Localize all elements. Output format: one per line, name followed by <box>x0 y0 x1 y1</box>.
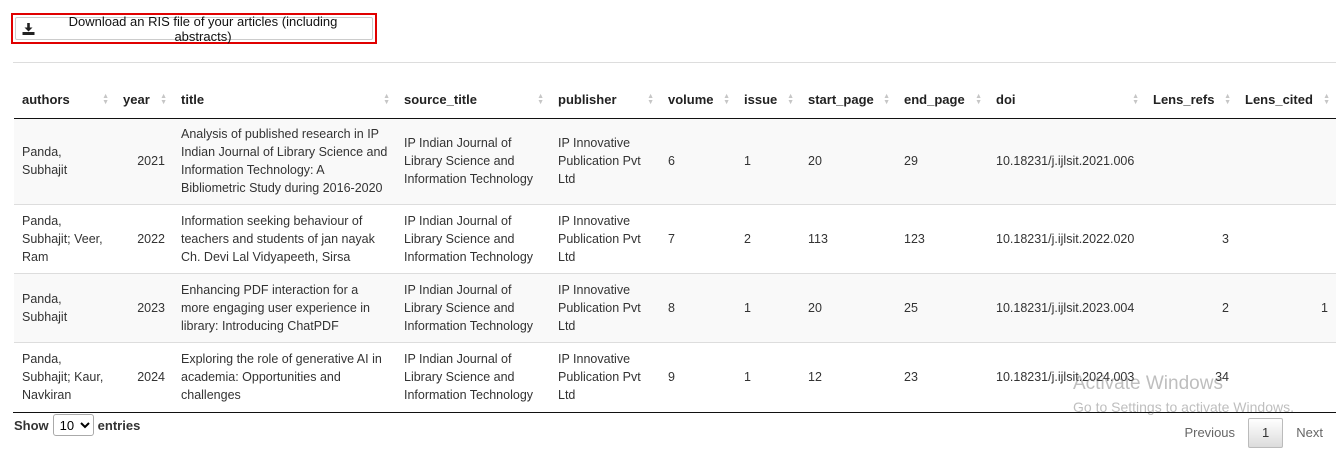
cell-year: 2024 <box>115 341 173 411</box>
cell-doi: 10.18231/j.ijlsit.2021.006 <box>988 118 1145 204</box>
cell-volume: 7 <box>660 203 736 273</box>
cell-authors: Panda, Subhajit; Veer, Ram <box>14 203 115 273</box>
cell-doi: 10.18231/j.ijlsit.2023.004 <box>988 272 1145 342</box>
cell-lens-cited <box>1237 118 1336 204</box>
sort-icon: ▲ ▼ <box>1224 92 1231 106</box>
cell-year: 2022 <box>115 203 173 273</box>
sort-icon: ▲ ▼ <box>537 92 544 106</box>
col-header-issue[interactable]: issue ▲ ▼ <box>736 82 800 119</box>
table-row: Panda, Subhajit 2021 Analysis of publish… <box>14 118 1336 204</box>
col-header-year[interactable]: year ▲ ▼ <box>115 82 173 119</box>
pagination: Previous 1 Next <box>1171 418 1336 448</box>
cell-issue: 2 <box>736 203 800 273</box>
cell-issue: 1 <box>736 272 800 342</box>
cell-volume: 6 <box>660 118 736 204</box>
articles-table: authors ▲ ▼ year ▲ ▼ title ▲ ▼ source_title ▲ ▼ … <box>14 82 1336 411</box>
col-header-lens-cited[interactable]: Lens_cited ▲ ▼ <box>1237 82 1336 119</box>
sort-icon: ▲ ▼ <box>102 92 109 106</box>
cell-start-page: 20 <box>800 118 896 204</box>
col-header-start-page[interactable]: start_page ▲ ▼ <box>800 82 896 119</box>
cell-authors: Panda, Subhajit <box>14 118 115 204</box>
table-viewport: authors ▲ ▼ year ▲ ▼ title ▲ ▼ source_title ▲ ▼ … <box>0 0 1340 413</box>
cell-end-page: 123 <box>896 203 988 273</box>
cell-issue: 1 <box>736 341 800 411</box>
col-header-doi[interactable]: doi ▲ ▼ <box>988 82 1145 119</box>
table-header-row: authors ▲ ▼ year ▲ ▼ title ▲ ▼ source_title ▲ ▼ … <box>14 82 1336 119</box>
page-1-button[interactable]: 1 <box>1248 418 1284 448</box>
col-header-end-page[interactable]: end_page ▲ ▼ <box>896 82 988 119</box>
cell-volume: 8 <box>660 272 736 342</box>
sort-icon: ▲ ▼ <box>647 92 654 106</box>
entries-length-control: Show 10 entries <box>14 414 140 436</box>
cell-end-page: 25 <box>896 272 988 342</box>
cell-source-title: IP Indian Journal of Library Science and… <box>396 203 550 273</box>
sort-icon: ▲ ▼ <box>975 92 982 106</box>
cell-year: 2021 <box>115 118 173 204</box>
col-header-volume[interactable]: volume ▲ ▼ <box>660 82 736 119</box>
sort-icon: ▲ ▼ <box>383 92 390 106</box>
sort-icon: ▲ ▼ <box>1132 92 1139 106</box>
table-bottom-border <box>13 412 1336 413</box>
cell-end-page: 23 <box>896 341 988 411</box>
cell-title: Exploring the role of generative AI in a… <box>173 341 396 411</box>
cell-lens-refs <box>1145 118 1237 204</box>
cell-doi: 10.18231/j.ijlsit.2024.003 <box>988 341 1145 411</box>
col-header-source-title[interactable]: source_title ▲ ▼ <box>396 82 550 119</box>
table-row: Panda, Subhajit; Veer, Ram 2022 Informat… <box>14 203 1336 273</box>
cell-title: Information seeking behaviour of teacher… <box>173 203 396 273</box>
entries-label: entries <box>97 417 141 433</box>
cell-publisher: IP Innovative Publication Pvt Ltd <box>550 203 660 273</box>
cell-doi: 10.18231/j.ijlsit.2022.020 <box>988 203 1145 273</box>
col-header-authors[interactable]: authors ▲ ▼ <box>14 82 115 119</box>
cell-year: 2023 <box>115 272 173 342</box>
sort-icon: ▲ ▼ <box>883 92 890 106</box>
cell-source-title: IP Indian Journal of Library Science and… <box>396 272 550 342</box>
cell-start-page: 113 <box>800 203 896 273</box>
cell-lens-cited: 1 <box>1237 272 1336 342</box>
show-label: Show <box>14 417 49 433</box>
cell-publisher: IP Innovative Publication Pvt Ltd <box>550 118 660 204</box>
previous-page-button[interactable]: Previous <box>1171 418 1248 448</box>
cell-lens-refs: 34 <box>1145 341 1237 411</box>
cell-source-title: IP Indian Journal of Library Science and… <box>396 118 550 204</box>
table-row: Panda, Subhajit; Kaur, Navkiran 2024 Exp… <box>14 341 1336 411</box>
sort-icon: ▲ ▼ <box>160 92 167 106</box>
cell-volume: 9 <box>660 341 736 411</box>
cell-lens-refs: 2 <box>1145 272 1237 342</box>
cell-authors: Panda, Subhajit <box>14 272 115 342</box>
cell-authors: Panda, Subhajit; Kaur, Navkiran <box>14 341 115 411</box>
cell-lens-refs: 3 <box>1145 203 1237 273</box>
col-header-lens-refs[interactable]: Lens_refs ▲ ▼ <box>1145 82 1237 119</box>
sort-icon: ▲ ▼ <box>723 92 730 106</box>
cell-lens-cited <box>1237 341 1336 411</box>
sort-icon: ▲ ▼ <box>1323 92 1330 106</box>
cell-lens-cited <box>1237 203 1336 273</box>
col-header-title[interactable]: title ▲ ▼ <box>173 82 396 119</box>
table-row: Panda, Subhajit 2023 Enhancing PDF inter… <box>14 272 1336 342</box>
cell-issue: 1 <box>736 118 800 204</box>
cell-publisher: IP Innovative Publication Pvt Ltd <box>550 341 660 411</box>
sort-icon: ▲ ▼ <box>787 92 794 106</box>
col-header-publisher[interactable]: publisher ▲ ▼ <box>550 82 660 119</box>
next-page-button[interactable]: Next <box>1283 418 1336 448</box>
cell-title: Analysis of published research in IP Ind… <box>173 118 396 204</box>
cell-end-page: 29 <box>896 118 988 204</box>
cell-publisher: IP Innovative Publication Pvt Ltd <box>550 272 660 342</box>
cell-title: Enhancing PDF interaction for a more eng… <box>173 272 396 342</box>
cell-source-title: IP Indian Journal of Library Science and… <box>396 341 550 411</box>
entries-per-page-select[interactable]: 10 <box>52 414 94 436</box>
cell-start-page: 20 <box>800 272 896 342</box>
cell-start-page: 12 <box>800 341 896 411</box>
